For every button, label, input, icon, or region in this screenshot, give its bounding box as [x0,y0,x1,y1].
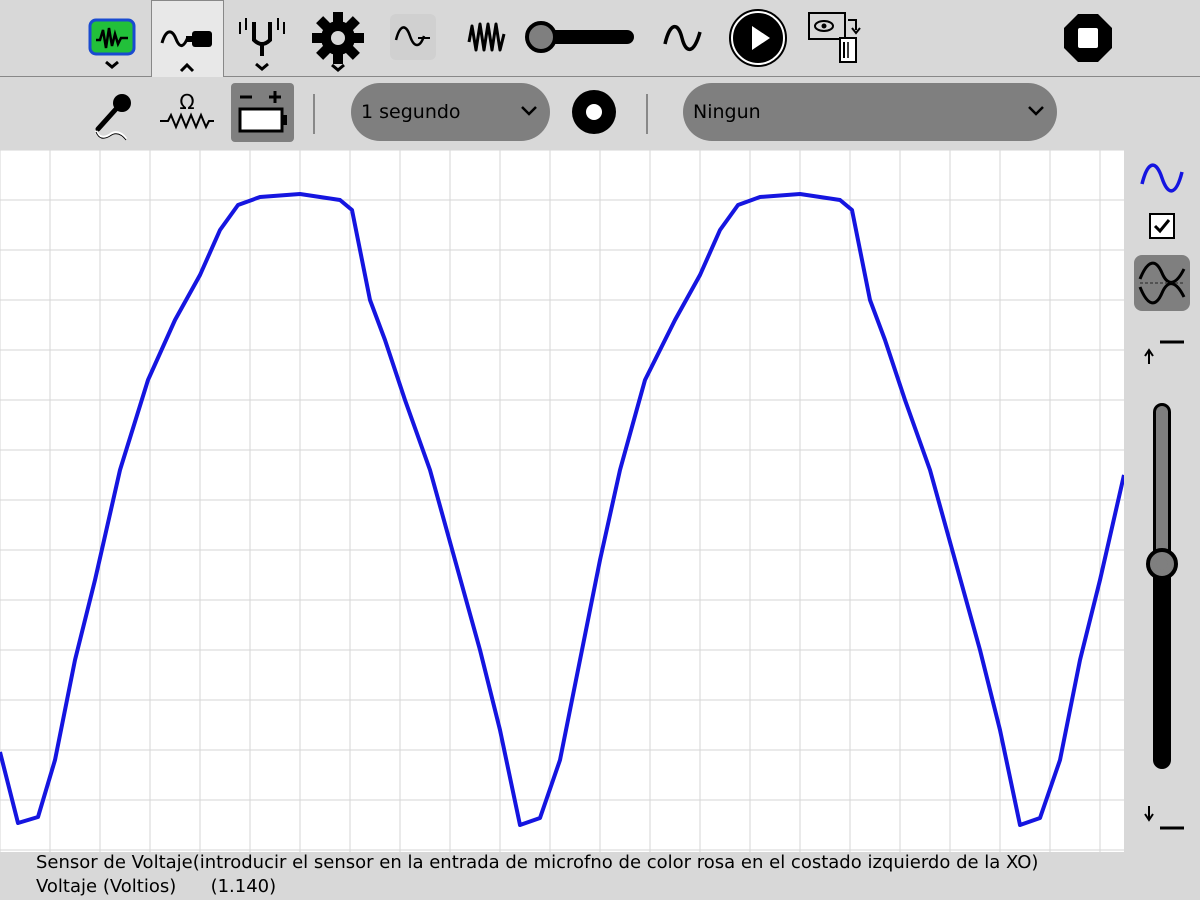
gain-slider[interactable] [1144,400,1180,772]
sine-small-icon[interactable] [390,14,436,60]
resistance-icon[interactable]: Ω [158,89,216,141]
settings-icon[interactable] [310,10,366,72]
trigger-select-value: Ningun [693,101,761,123]
right-sidebar [1124,150,1200,852]
interval-select[interactable]: 1 segundo [351,83,550,141]
svg-text:Ω: Ω [179,90,194,114]
sensor-status-text: Sensor de Voltaje(introducir el sensor e… [36,852,1039,873]
sine-icon[interactable] [660,16,706,60]
main-toolbar [0,0,1200,77]
invert-waveform-icon[interactable] [1134,255,1190,311]
tuning-fork-icon[interactable] [236,12,288,72]
waves-icon[interactable] [466,16,508,58]
activity-icon[interactable] [88,18,136,70]
record-icon[interactable] [571,89,617,135]
separator [313,94,315,134]
waveform-trace [0,192,1126,827]
waveform-series-line [0,192,1126,827]
gain-down-icon[interactable] [1142,804,1190,834]
show-trace-checkbox[interactable] [1148,212,1176,240]
trigger-select[interactable]: Ningun [683,83,1057,141]
gain-up-icon[interactable] [1142,334,1190,364]
play-icon[interactable] [729,9,787,67]
microphone-icon[interactable] [88,89,136,141]
save-capture-icon[interactable] [806,10,862,66]
waveform-plot [0,149,1126,852]
trace-color-icon[interactable] [1138,158,1186,198]
interval-select-value: 1 segundo [361,101,461,123]
frequency-slider[interactable] [524,20,638,54]
stop-icon[interactable] [1062,12,1114,64]
oscilloscope-graph [0,149,1126,852]
sensor-tab-icon [160,30,212,73]
secondary-toolbar: Ω 1 segundo Ningun [0,77,1200,150]
tab-sensors[interactable] [151,0,224,77]
voltage-battery-icon[interactable] [231,83,294,142]
voltage-readout: Voltaje (Voltios) (1.140) [36,876,277,897]
separator [646,94,648,134]
